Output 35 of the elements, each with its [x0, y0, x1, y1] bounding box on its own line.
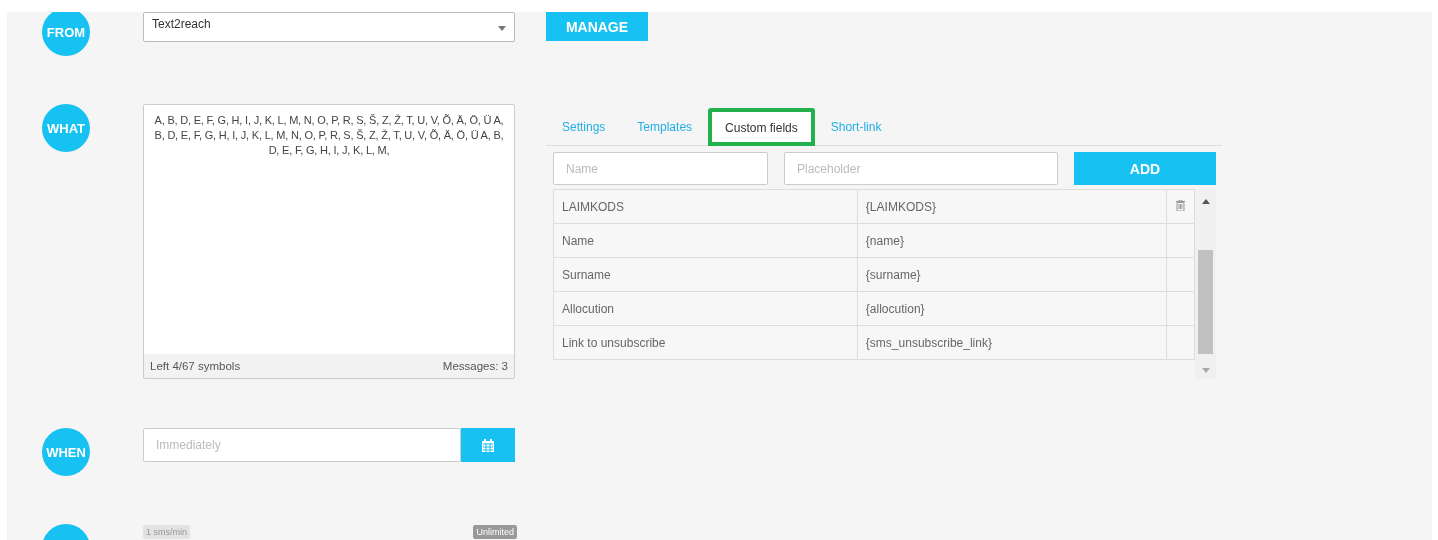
table-cell: Surname	[553, 257, 858, 292]
table-cell: {name}	[857, 223, 1167, 258]
placeholder-input[interactable]: Placeholder	[784, 152, 1058, 185]
tab[interactable]: Custom fields	[708, 108, 815, 146]
table-cell: {LAIMKODS}	[857, 189, 1167, 224]
messages-count: Messages: 3	[442, 360, 508, 372]
step-badge: FROM	[42, 12, 90, 56]
table-cell: {sms_unsubscribe_link}	[857, 325, 1167, 360]
step-badge: WHAT	[42, 104, 90, 152]
name-input[interactable]: Name	[553, 152, 768, 185]
tab[interactable]: Templates	[621, 108, 709, 146]
scrollbar[interactable]	[1195, 189, 1216, 379]
calendar-button[interactable]	[461, 428, 515, 462]
sender-select[interactable]: Text2reach	[143, 12, 515, 42]
scroll-up-icon[interactable]	[1201, 199, 1210, 204]
table-cell: Allocution	[553, 291, 858, 326]
symbols-left-text: Left 4/67 symbols	[150, 360, 241, 372]
caret-icon	[498, 26, 506, 31]
table-cell: Link to unsubscribe	[553, 325, 858, 360]
calendar-icon	[482, 438, 494, 452]
date-input[interactable]: Immediately	[143, 428, 461, 462]
manage-button[interactable]: MANAGE	[546, 12, 648, 41]
tab[interactable]: Short-link	[814, 108, 898, 146]
tab[interactable]: Settings	[546, 108, 622, 146]
step-badge: WHEN	[42, 428, 90, 476]
table-cell: {allocution}	[857, 291, 1167, 326]
trash-icon[interactable]	[1176, 199, 1185, 211]
scroll-down-icon[interactable]	[1201, 368, 1210, 373]
add-button[interactable]: ADD	[1074, 152, 1216, 185]
table-cell: Name	[553, 223, 858, 258]
message-field[interactable]: A, B, D, E, F, G, H, I, J, K, L, M, N, O, P, R, S, Š, Z, Ž, T, U, V, Õ, Ä, Ö, Ü A, B, D, E, F, G, H, I, J, K, L, M, N, O, P, R, S, Š, Z, Ž, T, U, V, Õ, Ä, Ö, Ü A, B, D, E, F, G, H, I, J, K, L, M,	[144, 105, 514, 354]
speed-max-label: Unlimited	[473, 525, 517, 539]
table-cell: {surname}	[857, 257, 1167, 292]
table-cell: LAIMKODS	[553, 189, 858, 224]
speed-min-label: 1 sms/min	[143, 525, 190, 539]
